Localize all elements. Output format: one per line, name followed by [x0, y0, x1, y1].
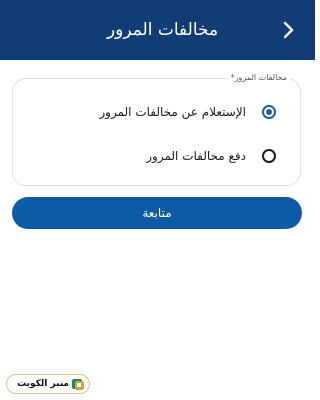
radio-selected-icon[interactable]: [262, 105, 276, 119]
option-pay-violations[interactable]: دفع مخالفات المرور: [13, 139, 300, 173]
option-label: دفع مخالفات المرور: [146, 149, 246, 163]
page-title: مخالفات المرور: [106, 20, 219, 40]
option-label: الإستعلام عن مخالفات المرور: [99, 105, 246, 119]
chevron-right-icon: [283, 21, 294, 39]
option-inquire-violations[interactable]: الإستعلام عن مخالفات المرور: [13, 95, 300, 129]
continue-button[interactable]: متابعة: [12, 197, 302, 229]
watermark-text: منبر الكويت: [17, 379, 69, 389]
site-logo-icon: [72, 379, 84, 390]
radio-unselected-icon[interactable]: [262, 149, 276, 163]
app-screen: مخالفات المرور مخالفات المرور* الإستعلام…: [0, 0, 315, 400]
group-legend: مخالفات المرور*: [227, 72, 290, 84]
header-bar: مخالفات المرور: [0, 0, 315, 60]
back-button[interactable]: [277, 18, 301, 42]
watermark-badge: منبر الكويت: [6, 374, 90, 394]
violations-options-group: مخالفات المرور* الإستعلام عن مخالفات الم…: [12, 72, 301, 186]
